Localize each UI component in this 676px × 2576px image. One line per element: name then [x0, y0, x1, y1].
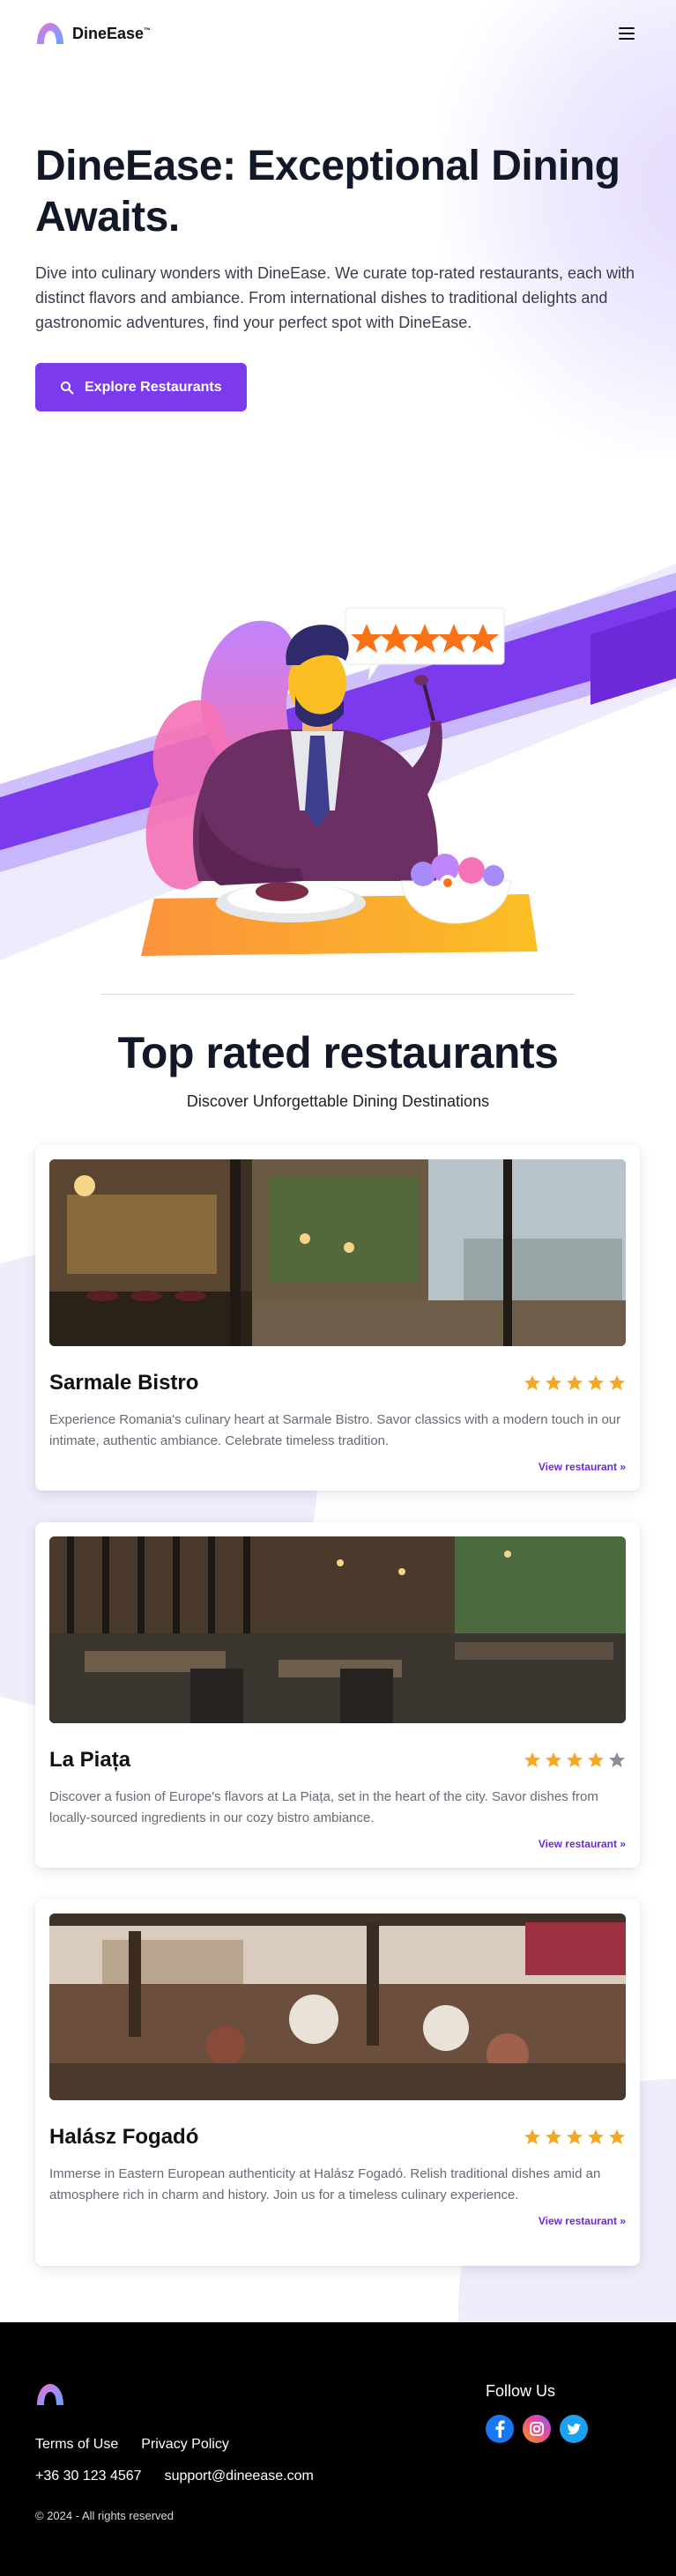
instagram-icon[interactable]	[523, 2415, 551, 2443]
star-filled-icon	[588, 1375, 604, 1390]
follow-us: Follow Us	[486, 2382, 588, 2443]
hero-title: DineEase: Exceptional Dining Awaits.	[35, 143, 620, 241]
restaurant-photo-halasz-fogado	[49, 1913, 626, 2100]
view-restaurant-link[interactable]: View restaurant »	[49, 1461, 626, 1473]
email-address[interactable]: support@dineease.com	[165, 2469, 314, 2484]
section-divider	[100, 994, 575, 995]
restaurant-photo-sarmale-bistro	[49, 1159, 626, 1346]
section-subtitle: Discover Unforgettable Dining Destinatio…	[186, 1092, 490, 1110]
star-filled-icon	[524, 1375, 540, 1390]
star-filled-icon	[567, 2129, 583, 2144]
star-filled-icon	[567, 1375, 583, 1390]
phone-number[interactable]: +36 30 123 4567	[35, 2469, 142, 2484]
footer-links: Terms of Use Privacy Policy	[35, 2437, 229, 2453]
site-footer: Terms of Use Privacy Policy +36 30 123 4…	[0, 2322, 676, 2576]
restaurant-photo-la-piata	[49, 1536, 626, 1723]
view-restaurant-link[interactable]: View restaurant »	[49, 1838, 626, 1850]
restaurant-name: La Piața	[49, 1748, 131, 1772]
star-filled-icon	[546, 2129, 561, 2144]
star-filled-icon	[567, 1752, 583, 1767]
copyright: © 2024 - All rights reserved	[35, 2509, 174, 2522]
facebook-icon[interactable]	[486, 2415, 514, 2443]
star-empty-icon	[609, 1752, 625, 1767]
restaurant-card: La Piața Discover a fusion of Europe's f…	[35, 1522, 640, 1868]
view-restaurant-link[interactable]: View restaurant »	[49, 2215, 626, 2227]
page: DineEase™ DineEase: Exceptional Dining A…	[0, 0, 676, 2576]
hero-illustration	[0, 564, 676, 960]
card-header-row: Sarmale Bistro	[49, 1371, 626, 1395]
site-header: DineEase™	[0, 0, 676, 67]
hero-section: DineEase: Exceptional Dining Awaits. Div…	[35, 141, 643, 411]
star-filled-icon	[546, 1752, 561, 1767]
star-filled-icon	[546, 1375, 561, 1390]
restaurant-name: Halász Fogadó	[49, 2125, 199, 2149]
restaurant-card: Sarmale Bistro Experience Romania's culi…	[35, 1145, 640, 1491]
footer-contact: +36 30 123 4567 support@dineease.com	[35, 2469, 314, 2484]
star-filled-icon	[588, 1752, 604, 1767]
card-header-row: Halász Fogadó	[49, 2125, 626, 2150]
restaurant-name: Sarmale Bistro	[49, 1371, 199, 1395]
star-filled-icon	[609, 1375, 625, 1390]
rating-stars	[524, 1374, 626, 1392]
footer-logo-icon[interactable]	[35, 2382, 65, 2407]
logo[interactable]: DineEase™	[35, 21, 151, 46]
restaurant-card: Halász Fogadó Immerse in Eastern Europea…	[35, 1899, 640, 2266]
card-header-row: La Piața	[49, 1748, 626, 1773]
social-links	[486, 2415, 588, 2443]
restaurant-description: Immerse in Eastern European authenticity…	[49, 2166, 601, 2202]
hero-description: Dive into culinary wonders with DineEase…	[35, 264, 635, 331]
search-icon	[61, 381, 74, 394]
privacy-policy-link[interactable]: Privacy Policy	[141, 2437, 229, 2453]
terms-of-use-link[interactable]: Terms of Use	[35, 2437, 118, 2453]
rating-stars	[524, 1751, 626, 1769]
explore-restaurants-label: Explore Restaurants	[85, 379, 222, 395]
twitter-icon[interactable]	[560, 2415, 588, 2443]
hamburger-menu-icon[interactable]	[613, 19, 641, 48]
follow-us-title: Follow Us	[486, 2382, 556, 2400]
section-title: Top rated restaurants	[117, 1028, 559, 1077]
star-filled-icon	[524, 2129, 540, 2144]
restaurant-description: Experience Romania's culinary heart at S…	[49, 1412, 621, 1448]
rating-stars	[524, 2128, 626, 2146]
star-filled-icon	[609, 2129, 625, 2144]
star-filled-icon	[524, 1752, 540, 1767]
top-rated-section-header: Top rated restaurants Discover Unforgett…	[0, 1022, 676, 1111]
logo-icon	[37, 23, 63, 44]
logo-text: DineEase™	[72, 24, 152, 42]
star-filled-icon	[588, 2129, 604, 2144]
explore-restaurants-button[interactable]: Explore Restaurants	[35, 363, 247, 411]
restaurant-description: Discover a fusion of Europe's flavors at…	[49, 1789, 598, 1825]
